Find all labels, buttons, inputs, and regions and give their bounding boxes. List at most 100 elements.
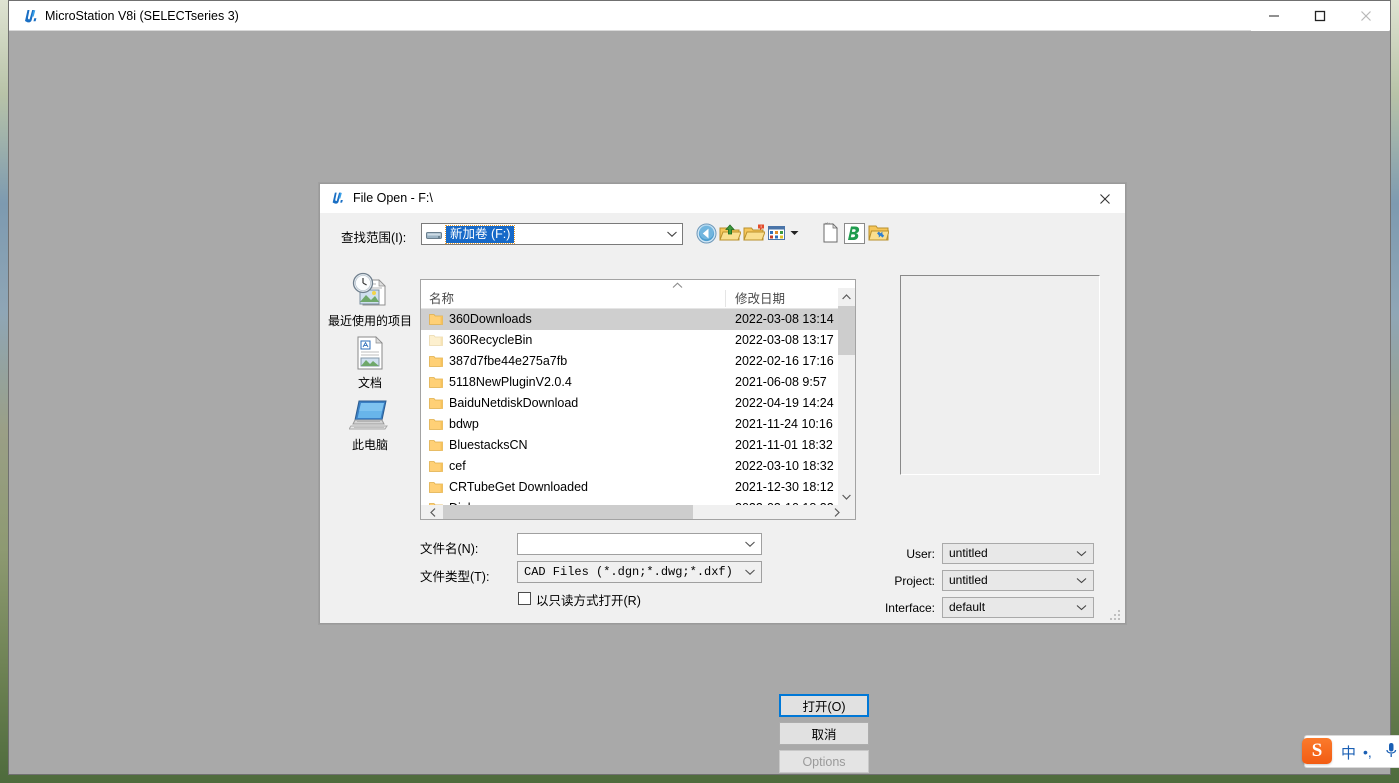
file-list-header: 名称 修改日期: [421, 288, 855, 309]
project-value: untitled: [949, 571, 988, 590]
dialog-close-button[interactable]: [1085, 184, 1125, 213]
file-date: 2022-04-19 14:24: [735, 393, 834, 414]
place-label: 文档: [322, 376, 418, 390]
back-icon[interactable]: [694, 221, 718, 245]
ime-toolbar[interactable]: S 中 •,: [1304, 735, 1399, 768]
vertical-scrollbar[interactable]: [838, 288, 855, 505]
maximize-button[interactable]: [1297, 1, 1343, 31]
place-documents[interactable]: 文档: [322, 333, 418, 390]
table-row[interactable]: 360Downloads 2022-03-08 13:14: [421, 309, 839, 330]
scroll-up-icon[interactable]: [838, 288, 855, 305]
table-row[interactable]: BluestacksCN 2021-11-01 18:32: [421, 435, 839, 456]
filetype-value: CAD Files (*.dgn;*.dwg;*.dxf): [524, 562, 733, 582]
file-date: 2021-06-08 9:57: [735, 372, 827, 393]
new-folder-icon[interactable]: [742, 221, 766, 245]
ime-punctuation-toggle[interactable]: •,: [1363, 744, 1372, 760]
scroll-right-icon[interactable]: [828, 505, 845, 519]
file-name: 360Downloads: [449, 309, 532, 330]
table-row[interactable]: 5118NewPluginV2.0.4 2021-06-08 9:57: [421, 372, 839, 393]
file-date: 2021-11-24 10:16: [735, 414, 833, 435]
table-row[interactable]: 360RecycleBin 2022-03-08 13:17: [421, 330, 839, 351]
interface-select[interactable]: default: [942, 597, 1094, 618]
horizontal-scrollbar[interactable]: [421, 505, 855, 519]
app-title: MicroStation V8i (SELECTseries 3): [45, 1, 239, 31]
place-this-pc[interactable]: 此电脑: [322, 395, 418, 452]
app-titlebar: MicroStation V8i (SELECTseries 3): [9, 1, 1390, 31]
preview-pane: [900, 275, 1100, 475]
table-row[interactable]: CRTubeGet Downloaded 2021-12-30 18:12: [421, 477, 839, 498]
table-row[interactable]: cef 2022-03-10 18:32: [421, 456, 839, 477]
scroll-left-icon[interactable]: [425, 505, 442, 519]
microstation-icon: [330, 190, 346, 206]
chevron-down-icon[interactable]: [744, 534, 756, 554]
column-header-date[interactable]: 修改日期: [731, 289, 785, 309]
table-row[interactable]: BaiduNetdiskDownload 2022-04-19 14:24: [421, 393, 839, 414]
chevron-down-icon[interactable]: [1076, 598, 1087, 617]
column-divider: [725, 290, 726, 307]
file-list[interactable]: 名称 修改日期 360Downloads 2022-03-08 13:14: [420, 279, 856, 520]
table-row[interactable]: 387d7fbe44e275a7fb 2022-02-16 17:16: [421, 351, 839, 372]
readonly-checkbox[interactable]: [518, 592, 531, 605]
project-label: Project:: [860, 574, 935, 588]
user-value: untitled: [949, 544, 988, 563]
file-date: 2022-03-10 18:32: [735, 456, 834, 477]
cancel-button[interactable]: 取消: [779, 722, 869, 745]
vertical-scroll-thumb[interactable]: [838, 306, 855, 355]
sogou-logo-icon[interactable]: S: [1302, 738, 1332, 764]
bentley-logo-icon[interactable]: [842, 221, 866, 245]
filetype-select[interactable]: CAD Files (*.dgn;*.dwg;*.dxf): [517, 561, 762, 583]
filename-input[interactable]: [517, 533, 762, 555]
file-name: CRTubeGet Downloaded: [449, 477, 588, 498]
folder-icon: [429, 418, 443, 431]
file-name: BaiduNetdiskDownload: [449, 393, 578, 414]
folder-icon: [429, 334, 443, 347]
file-name: 5118NewPluginV2.0.4: [449, 372, 572, 393]
new-document-icon[interactable]: [818, 221, 842, 245]
lookin-combobox[interactable]: 新加卷 (F:): [421, 223, 683, 245]
resize-grip[interactable]: [1110, 608, 1123, 621]
user-select[interactable]: untitled: [942, 543, 1094, 564]
file-name: 360RecycleBin: [449, 330, 532, 351]
readonly-label[interactable]: 以只读方式打开(R): [536, 590, 641, 609]
scroll-down-icon[interactable]: [838, 488, 855, 505]
minimize-button[interactable]: [1251, 1, 1297, 31]
user-label: User:: [860, 547, 935, 561]
options-button: Options: [779, 750, 869, 773]
file-name: BluestacksCN: [449, 435, 528, 456]
ime-mode-toggle[interactable]: 中: [1341, 742, 1356, 763]
open-button[interactable]: 打开(O): [779, 694, 869, 717]
file-open-dialog: File Open - F:\ 查找范围(I): 新加: [319, 183, 1126, 624]
microstation-main-window: MicroStation V8i (SELECTseries 3): [8, 0, 1391, 775]
chevron-down-icon[interactable]: [1076, 571, 1087, 590]
place-recent-items[interactable]: 最近使用的项目: [322, 271, 418, 328]
place-label: 最近使用的项目: [322, 314, 418, 328]
horizontal-scroll-thumb[interactable]: [443, 505, 693, 519]
file-date: 2021-12-30 18:12: [735, 477, 834, 498]
up-folder-icon[interactable]: [718, 221, 742, 245]
folder-icon: [429, 397, 443, 410]
project-select[interactable]: untitled: [942, 570, 1094, 591]
file-date: 2022-02-16 17:16: [735, 351, 834, 372]
drive-icon: [426, 229, 442, 241]
dialog-body: 查找范围(I): 新加卷 (F:): [320, 213, 1125, 623]
chevron-down-icon[interactable]: [666, 224, 678, 244]
folder-blue-icon[interactable]: [866, 221, 890, 245]
views-dropdown-arrow-icon[interactable]: [788, 221, 800, 245]
lookin-label: 查找范围(I):: [341, 227, 406, 246]
documents-icon: [348, 333, 392, 373]
chevron-down-icon[interactable]: [744, 562, 756, 582]
views-icon[interactable]: [767, 221, 785, 245]
close-button[interactable]: [1343, 1, 1389, 31]
folder-icon: [429, 313, 443, 326]
lookin-value: 新加卷 (F:): [446, 226, 514, 243]
file-list-rows: 360Downloads 2022-03-08 13:14 360Recycle…: [421, 309, 839, 519]
folder-icon: [429, 460, 443, 473]
file-name: cef: [449, 456, 466, 477]
column-header-name[interactable]: 名称: [429, 289, 454, 309]
microstation-icon: [22, 7, 40, 25]
microphone-icon[interactable]: [1385, 742, 1397, 760]
file-date: 2022-03-08 13:17: [735, 330, 834, 351]
table-row[interactable]: bdwp 2021-11-24 10:16: [421, 414, 839, 435]
interface-value: default: [949, 598, 985, 617]
chevron-down-icon[interactable]: [1076, 544, 1087, 563]
